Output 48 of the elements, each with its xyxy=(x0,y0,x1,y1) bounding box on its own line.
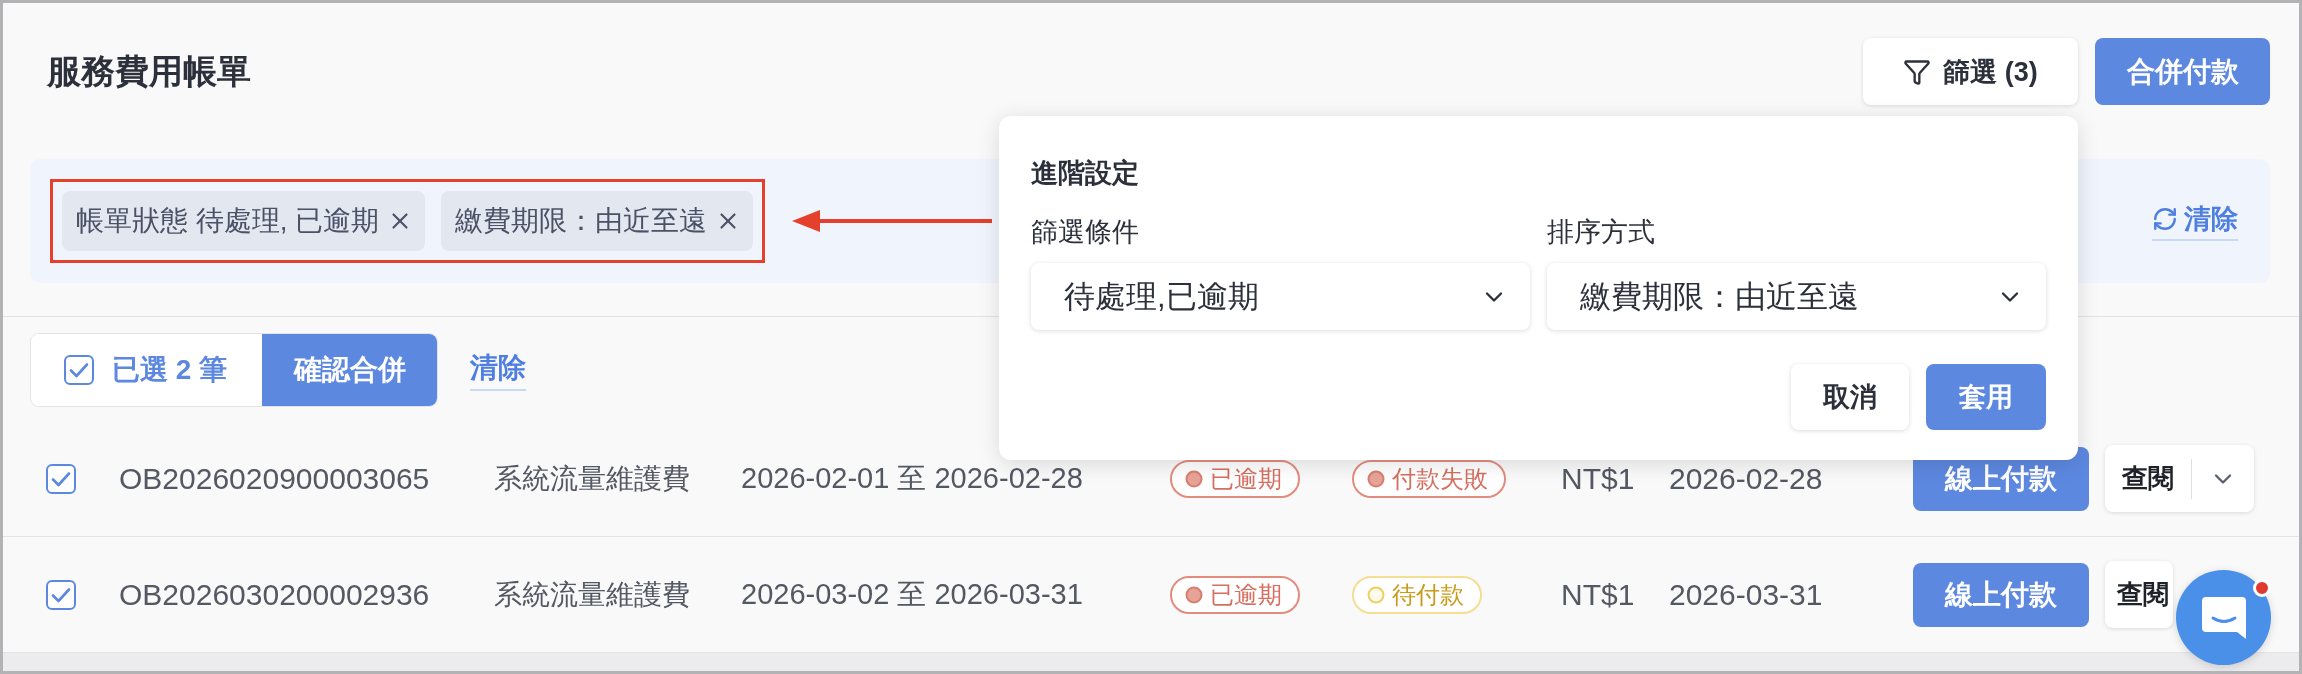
clear-filters-link[interactable]: 清除 xyxy=(2152,201,2238,241)
popover-title: 進階設定 xyxy=(1031,157,1139,190)
field-label: 排序方式 xyxy=(1547,216,1655,249)
bill-item: 系統流量維護費 xyxy=(494,461,690,496)
confirm-merge-button[interactable]: 確認合併 xyxy=(262,334,437,406)
check-icon xyxy=(51,470,71,487)
pay-online-button[interactable]: 線上付款 xyxy=(1913,562,2089,627)
cancel-button[interactable]: 取消 xyxy=(1791,364,1909,430)
field-label: 篩選條件 xyxy=(1031,216,1139,249)
billing-period: 2026-03-02 至 2026-03-31 xyxy=(741,576,1083,612)
due-date: 2026-02-28 xyxy=(1669,461,1823,496)
amount: NT$1 xyxy=(1561,461,1635,496)
bill-id: OB2026020900003065 xyxy=(119,461,430,496)
select-all-checkbox[interactable] xyxy=(64,355,94,385)
select-field[interactable]: 待處理,已逾期 xyxy=(1031,263,1530,330)
left-arrow-icon xyxy=(792,208,993,234)
view-button[interactable]: 查閱 xyxy=(2105,561,2173,628)
filter-button[interactable]: 篩選 (3) xyxy=(1863,38,2078,105)
status-badge: 付款失敗 xyxy=(1352,459,1506,498)
check-icon xyxy=(69,362,89,378)
clear-selection-link[interactable]: 清除 xyxy=(470,349,526,391)
status-dot-icon xyxy=(1185,469,1203,488)
status-badge: 待付款 xyxy=(1352,575,1482,614)
apply-button[interactable]: 套用 xyxy=(1926,364,2046,430)
filter-chip-label: 帳單狀態 待處理, 已逾期 xyxy=(76,204,380,238)
filter-icon xyxy=(1903,57,1932,86)
due-date: 2026-03-31 xyxy=(1669,577,1823,612)
chat-bubble-icon xyxy=(2200,595,2247,640)
view-button[interactable]: 查閱 xyxy=(2105,445,2191,512)
amount: NT$1 xyxy=(1561,577,1635,612)
page-title: 服務費用帳單 xyxy=(47,51,251,92)
status-dot-icon xyxy=(1367,585,1385,604)
billing-period: 2026-02-01 至 2026-02-28 xyxy=(741,460,1083,496)
status-dot-icon xyxy=(1185,585,1203,604)
bill-id: OB2026030200002936 xyxy=(119,577,430,612)
chat-button[interactable] xyxy=(2176,570,2271,665)
row-checkbox[interactable] xyxy=(46,463,76,494)
selected-count: 已選 2 筆 xyxy=(112,353,228,387)
status-badge: 已逾期 xyxy=(1170,575,1300,614)
status-dot-icon xyxy=(1367,469,1385,488)
status-badge: 已逾期 xyxy=(1170,459,1300,498)
select-field[interactable]: 繳費期限：由近至遠 xyxy=(1547,263,2046,330)
check-icon xyxy=(51,586,71,603)
bill-item: 系統流量維護費 xyxy=(494,577,690,612)
merge-payment-button[interactable]: 合併付款 xyxy=(2095,38,2270,105)
refresh-icon xyxy=(2152,206,2178,232)
filter-chip-label: 繳費期限：由近至遠 xyxy=(455,204,708,238)
row-checkbox[interactable] xyxy=(46,579,76,610)
